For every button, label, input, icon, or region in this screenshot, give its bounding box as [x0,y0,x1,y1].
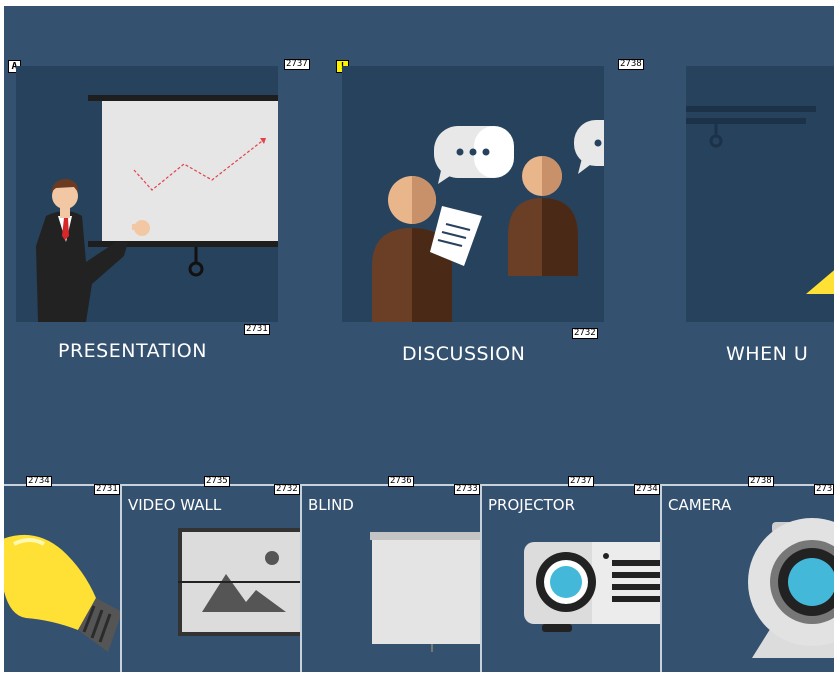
device-id-corner: 273 [814,484,834,495]
device-label: VIDEO WALL [128,496,222,514]
scene-id-top: 2737 [284,59,310,70]
scene-id-top: 2738 [618,59,644,70]
device-id-top: 2734 [26,476,52,487]
device-tile-blind[interactable]: BLIND [300,484,482,672]
device-label: BLIND [308,496,354,514]
lightbulb-icon [4,534,120,652]
device-id-top: 2736 [388,476,414,487]
device-tile-video-wall[interactable]: VIDEO WALL [120,484,302,672]
presentation-illustration [36,95,278,322]
scene-id-bottom: 2732 [572,328,598,339]
device-label: CAMERA [668,496,732,514]
device-id-corner: 2731 [94,484,120,495]
main-panel: A 2737 2731 PRESENTATION ! 2738 [4,6,834,672]
scene-label-discussion: DISCUSSION [402,343,526,365]
device-tile-projector[interactable]: PROJECTOR [480,484,662,672]
scene-presentation-card[interactable] [16,66,278,322]
scene-label-third: WHEN U [726,343,809,365]
device-id-top: 2737 [568,476,594,487]
device-tile-light[interactable] [4,484,120,672]
device-id-corner: 2733 [454,484,480,495]
scene-third-illustration [686,106,834,294]
scene-id-bottom: 2731 [244,324,270,335]
device-id-corner: 2734 [634,484,660,495]
scene-discussion-card[interactable] [342,66,604,322]
device-tile-camera[interactable]: CAMERA [660,484,834,672]
scene-label-presentation: PRESENTATION [58,340,207,362]
discussion-illustration [372,120,604,322]
device-id-corner: 2732 [274,484,300,495]
device-id-top: 2735 [204,476,230,487]
scene-third-card[interactable] [686,66,834,322]
device-id-top: 2738 [748,476,774,487]
device-label: PROJECTOR [488,496,576,514]
